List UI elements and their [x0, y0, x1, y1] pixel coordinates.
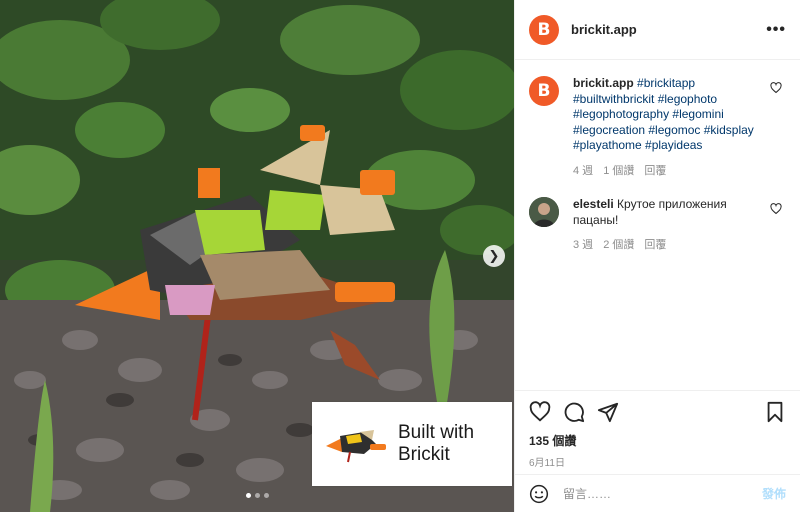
brand-logo-letter: B [537, 19, 551, 40]
avatar[interactable]: B [529, 76, 559, 106]
carousel-dot [264, 493, 269, 498]
post-media: ❯ Built with Brickit [0, 0, 514, 512]
post-date[interactable]: 6月11日 [529, 454, 786, 469]
post-sidebar: B brickit.app ••• B brickit.app #brickit… [514, 0, 800, 512]
caption-author[interactable]: brickit.app [573, 76, 634, 90]
brand-logo-letter: B [537, 81, 551, 101]
comment-likes[interactable]: 2 個讚 [603, 238, 634, 254]
next-arrow-icon: ❯ [488, 248, 500, 264]
caption-time[interactable]: 4 週 [573, 164, 593, 180]
comment-time[interactable]: 3 週 [573, 238, 593, 254]
heart-icon[interactable] [770, 82, 782, 94]
comment-reply-button[interactable]: 回覆 [644, 238, 666, 254]
badge-line-1: Built with [398, 422, 475, 443]
more-icon[interactable]: ••• [766, 21, 786, 39]
badge-line-2: Brickit [398, 444, 450, 465]
carousel-indicators [246, 493, 269, 498]
avatar[interactable] [529, 197, 559, 227]
post-comment-button[interactable]: 發佈 [762, 485, 786, 502]
avatar[interactable]: B [529, 14, 559, 45]
header-username[interactable]: brickit.app [571, 22, 637, 37]
carousel-dot [246, 493, 251, 498]
next-slide-button[interactable]: ❯ [483, 245, 505, 267]
emoji-icon[interactable] [529, 484, 549, 504]
carousel-dot [255, 493, 260, 498]
caption: B brickit.app #brickitapp #builtwithbric… [529, 76, 786, 179]
comment-icon[interactable] [563, 401, 585, 423]
add-comment-bar: 發佈 [515, 474, 800, 512]
comment-author[interactable]: elesteli [573, 197, 614, 211]
like-count[interactable]: 135 個讚 [529, 432, 786, 449]
heart-icon[interactable] [529, 401, 551, 423]
save-icon[interactable] [764, 401, 786, 423]
post-header: B brickit.app ••• [515, 0, 800, 60]
built-with-brickit-badge: Built with Brickit [312, 402, 512, 486]
comments-list: B brickit.app #brickitapp #builtwithbric… [515, 60, 800, 390]
comment-item: elesteli Крутое приложения пацаны! 3 週 2… [529, 197, 786, 254]
heart-icon[interactable] [770, 203, 782, 215]
caption-reply-button[interactable]: 回覆 [644, 164, 666, 180]
caption-likes[interactable]: 1 個讚 [603, 164, 634, 180]
share-icon[interactable] [597, 401, 619, 423]
ship-thumbnail [326, 430, 386, 463]
post-actions: 135 個讚 6月11日 [515, 390, 800, 474]
comment-input[interactable] [563, 486, 733, 501]
